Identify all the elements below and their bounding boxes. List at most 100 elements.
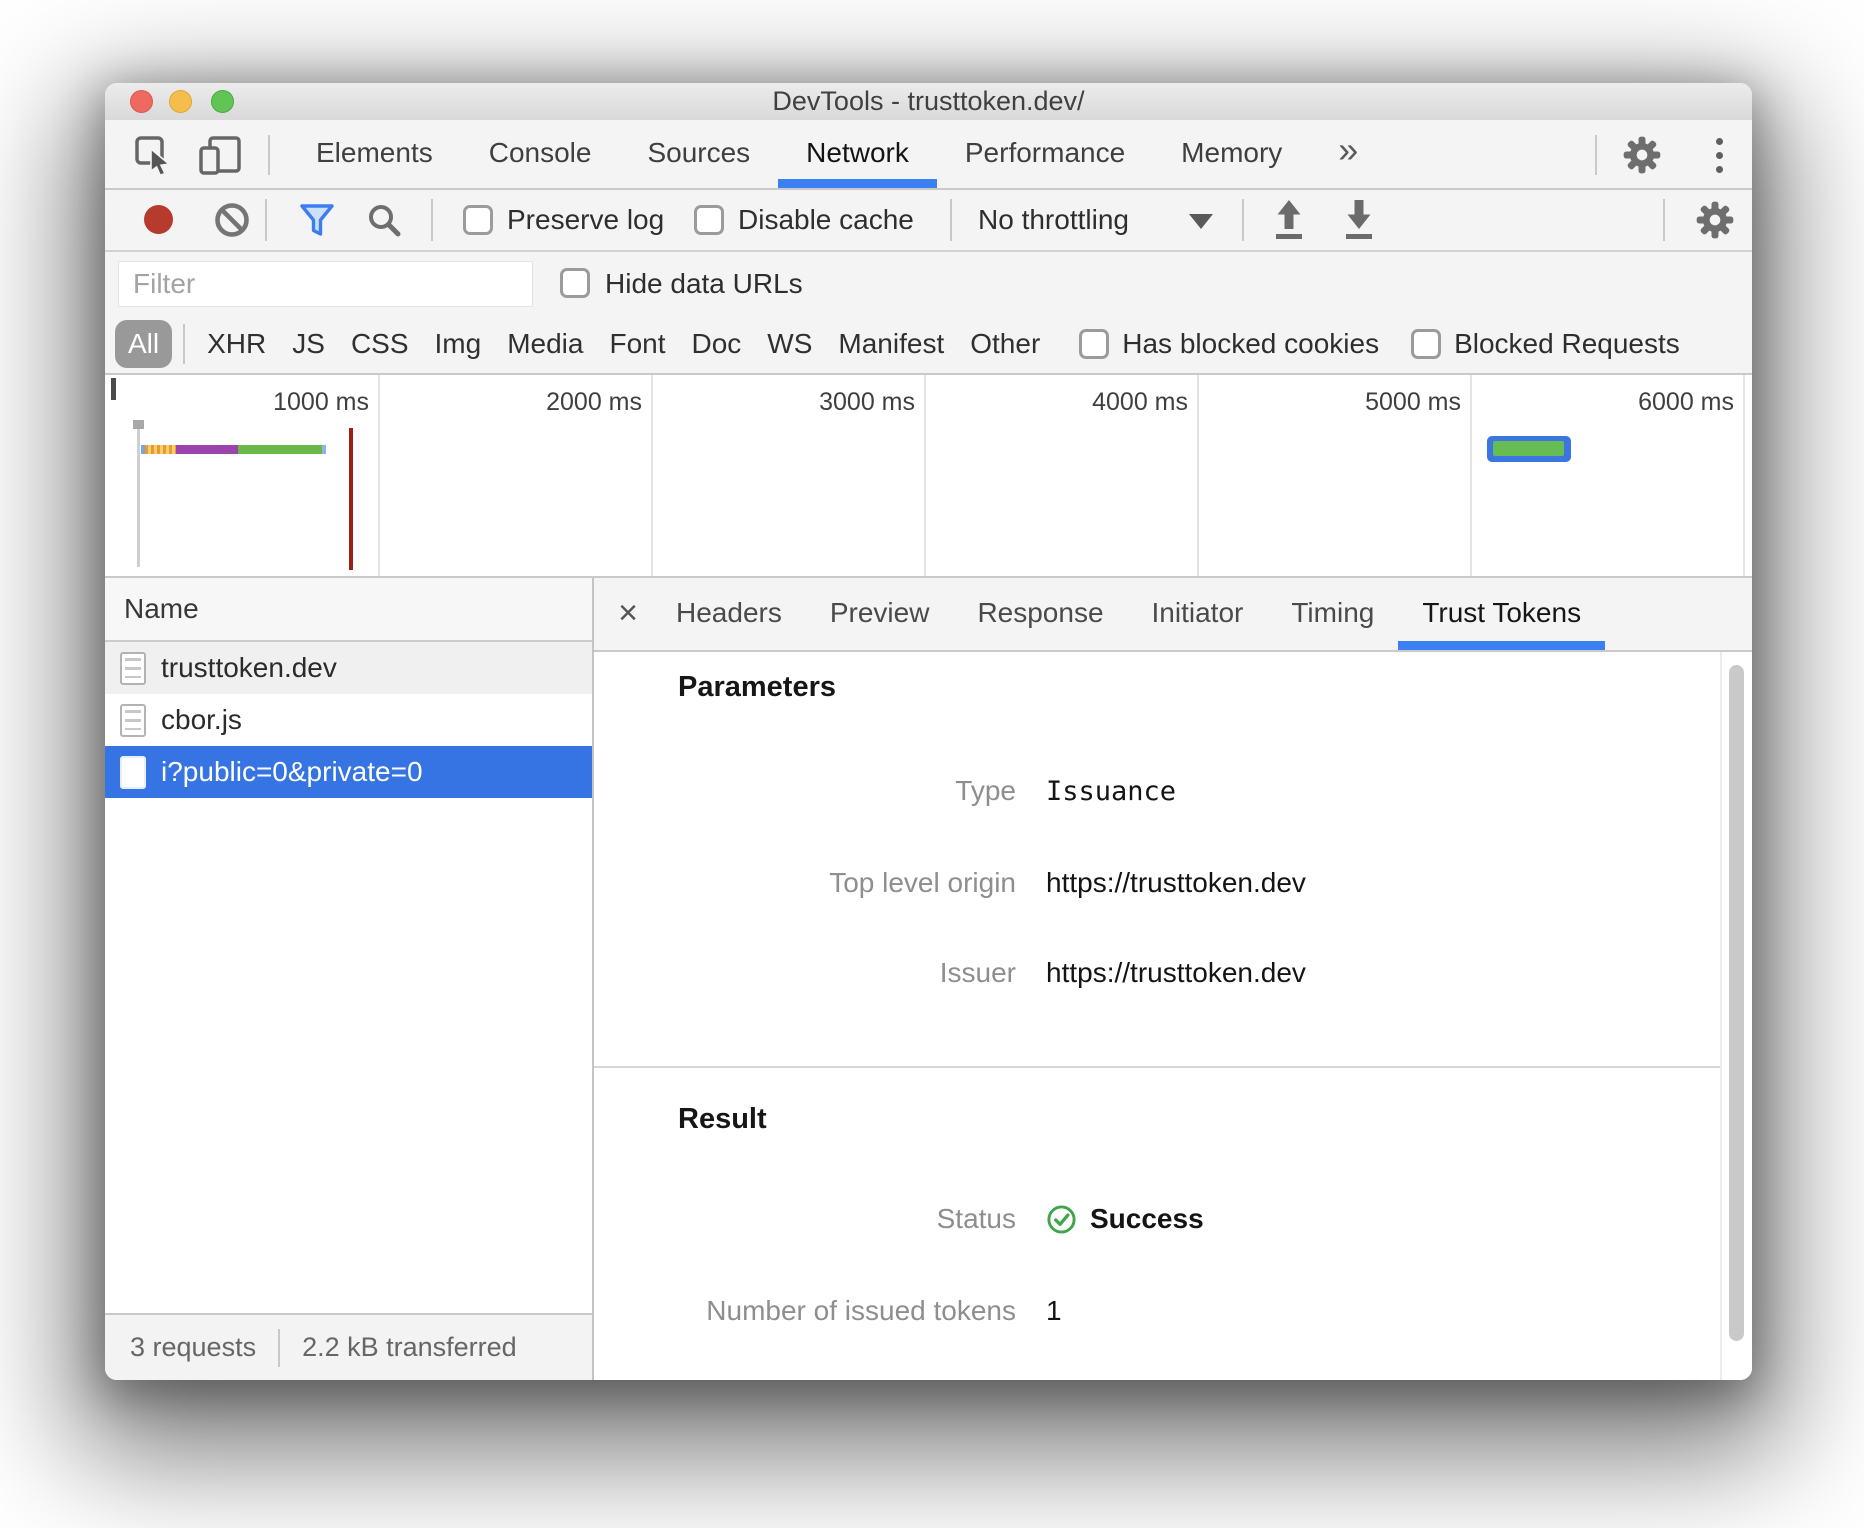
panel-tab[interactable]: Memory — [1153, 120, 1310, 188]
requests-name-column-header[interactable]: Name — [105, 578, 592, 642]
request-name: i?public=0&private=0 — [161, 756, 423, 788]
record-network-log-button[interactable] — [144, 205, 173, 234]
resource-type-chip-label: Doc — [692, 328, 742, 359]
detail-tab[interactable]: Preview — [806, 578, 954, 650]
resource-type-chip-label: Manifest — [838, 328, 944, 359]
preserve-log-checkbox[interactable] — [463, 205, 493, 235]
throttling-dropdown-caret-icon[interactable] — [1189, 214, 1213, 229]
parameter-row: Issuer https://trusttoken.dev — [594, 955, 1306, 991]
disable-cache-checkbox[interactable] — [694, 205, 724, 235]
close-detail-icon[interactable]: × — [604, 578, 652, 650]
resource-type-chip-label: Img — [435, 328, 482, 359]
resource-type-chip[interactable]: Other — [957, 315, 1053, 373]
search-icon[interactable] — [365, 201, 403, 244]
divider — [1595, 135, 1597, 175]
filter-funnel-icon[interactable] — [298, 201, 336, 244]
resource-type-chip[interactable]: All — [115, 320, 172, 368]
inspect-element-icon[interactable] — [133, 134, 175, 181]
devtools-tab-bar: Elements Console Sources Network — [105, 120, 1752, 190]
document-icon — [120, 756, 146, 789]
status-label: Status — [594, 1203, 1016, 1235]
has-blocked-cookies-checkbox[interactable] — [1079, 329, 1109, 359]
divider — [1663, 199, 1665, 241]
requests-pane: Name trusttoken.dev cbor.js i?public=0&p… — [105, 578, 594, 1380]
network-overview-timeline[interactable]: 1000 ms 2000 ms 3000 ms 4000 ms 5000 ms … — [105, 375, 1752, 578]
detail-tab[interactable]: Initiator — [1128, 578, 1268, 650]
network-toolbar: Preserve log Disable cache No throttling — [105, 190, 1752, 252]
waterfall-bar-selected-request[interactable] — [1487, 436, 1571, 462]
filter-input[interactable] — [118, 261, 533, 307]
request-row[interactable]: trusttoken.dev — [105, 642, 592, 694]
export-har-icon[interactable] — [1338, 198, 1380, 249]
import-har-icon[interactable] — [1268, 198, 1310, 249]
detail-tab[interactable]: Response — [953, 578, 1127, 650]
panel-tab-label: Console — [489, 137, 592, 168]
resource-type-chip[interactable]: JS — [279, 315, 338, 373]
success-check-icon — [1046, 1204, 1077, 1235]
resource-type-chip[interactable]: Img — [422, 315, 495, 373]
section-divider — [594, 1066, 1720, 1068]
network-settings-gear-icon[interactable] — [1693, 198, 1737, 247]
throttling-select[interactable]: No throttling — [978, 190, 1129, 250]
resource-type-chip[interactable]: Doc — [679, 315, 755, 373]
zoom-window-button[interactable] — [211, 90, 234, 113]
blocked-requests-checkbox[interactable] — [1411, 329, 1441, 359]
hide-data-urls-label[interactable]: Hide data URLs — [605, 252, 803, 315]
settings-gear-icon[interactable] — [1620, 133, 1664, 182]
hide-data-urls-checkbox[interactable] — [560, 268, 590, 298]
timeline-tick-label: 2000 ms — [380, 375, 653, 576]
timeline-marker — [133, 420, 144, 429]
detail-tab[interactable]: Timing — [1267, 578, 1398, 650]
panel-tab-label: Sources — [647, 137, 750, 168]
parameter-row: Type Issuance — [594, 773, 1176, 809]
panel-tab[interactable]: Network — [778, 120, 937, 188]
disable-cache-label[interactable]: Disable cache — [738, 190, 914, 250]
issued-tokens-value: 1 — [1046, 1295, 1062, 1327]
timeline-left-handle[interactable] — [111, 378, 116, 400]
blocked-requests-group[interactable]: Blocked Requests — [1411, 328, 1680, 360]
more-tabs-icon[interactable]: » — [1326, 120, 1370, 188]
resource-type-filter-row: All XHR JS CSS Img Media — [105, 315, 1752, 375]
scrollbar-thumb[interactable] — [1729, 665, 1744, 1341]
parameter-label: Issuer — [594, 957, 1016, 989]
waterfall-bar-trusttoken[interactable] — [141, 445, 326, 454]
detail-tab[interactable]: Trust Tokens — [1398, 578, 1605, 650]
kebab-menu-icon[interactable] — [1714, 136, 1725, 175]
clear-network-log-icon[interactable] — [213, 201, 251, 244]
resource-type-chip-label: All — [128, 328, 159, 359]
resource-type-chip[interactable]: Font — [596, 315, 678, 373]
window-title: DevTools - trusttoken.dev/ — [105, 83, 1752, 119]
device-toolbar-icon[interactable] — [197, 134, 243, 181]
panel-tab-label: Network — [806, 137, 909, 168]
panel-tab[interactable]: Performance — [937, 120, 1153, 188]
devtools-window: DevTools - trusttoken.dev/ Elements — [105, 83, 1752, 1380]
close-window-button[interactable] — [130, 90, 153, 113]
divider — [1242, 199, 1244, 241]
resource-type-chip[interactable]: WS — [754, 315, 825, 373]
panel-tab[interactable]: Console — [461, 120, 620, 188]
has-blocked-cookies-label: Has blocked cookies — [1122, 328, 1379, 360]
status-value: Success — [1090, 1203, 1204, 1235]
detail-tab-label: Trust Tokens — [1422, 597, 1581, 628]
filter-row: Hide data URLs — [105, 252, 1752, 315]
status-row: Status Success — [594, 1201, 1204, 1237]
detail-tab[interactable]: Headers — [652, 578, 806, 650]
request-name: cbor.js — [161, 704, 242, 736]
timeline-marker-line — [137, 429, 140, 567]
request-row[interactable]: cbor.js — [105, 694, 592, 746]
resource-type-chip[interactable]: Media — [494, 315, 596, 373]
resource-type-chip[interactable]: CSS — [338, 315, 422, 373]
resource-type-chip[interactable]: Manifest — [825, 315, 957, 373]
panel-tab[interactable]: Elements — [288, 120, 461, 188]
request-name: trusttoken.dev — [161, 652, 337, 684]
request-row[interactable]: i?public=0&private=0 — [105, 746, 592, 798]
preserve-log-label[interactable]: Preserve log — [507, 190, 664, 250]
divider — [265, 199, 267, 241]
detail-tab-label: Headers — [676, 597, 782, 628]
has-blocked-cookies-group[interactable]: Has blocked cookies — [1079, 328, 1379, 360]
resource-type-chip[interactable]: XHR — [194, 315, 279, 373]
panel-tab[interactable]: Sources — [619, 120, 778, 188]
minimize-window-button[interactable] — [169, 90, 192, 113]
result-heading: Result — [678, 1103, 767, 1136]
issued-tokens-row: Number of issued tokens 1 — [594, 1293, 1062, 1329]
